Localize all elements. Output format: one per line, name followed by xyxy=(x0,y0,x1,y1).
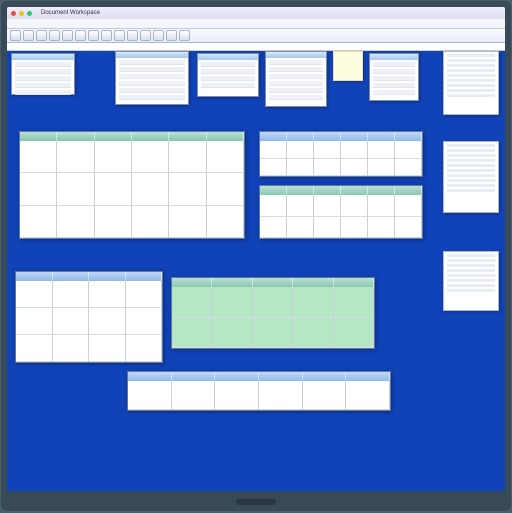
toolbar-button[interactable] xyxy=(36,30,47,41)
workspace-canvas[interactable] xyxy=(7,51,505,491)
toolbar-button[interactable] xyxy=(101,30,112,41)
form-panel[interactable] xyxy=(265,51,327,107)
document-stack[interactable] xyxy=(443,141,499,213)
toolbar-button[interactable] xyxy=(127,30,138,41)
form-panel[interactable] xyxy=(369,53,419,101)
form-panel[interactable] xyxy=(197,53,259,97)
data-grid[interactable] xyxy=(259,131,423,177)
close-icon[interactable] xyxy=(11,11,16,16)
toolbar-button[interactable] xyxy=(75,30,86,41)
form-panel[interactable] xyxy=(115,51,189,105)
form-panel[interactable] xyxy=(11,53,75,95)
document-stack[interactable] xyxy=(443,251,499,311)
sticky-note[interactable] xyxy=(333,51,363,81)
toolbar-button[interactable] xyxy=(62,30,73,41)
desktop: Document Workspace xyxy=(7,7,505,491)
maximize-icon[interactable] xyxy=(27,11,32,16)
minimize-icon[interactable] xyxy=(19,11,24,16)
data-grid[interactable] xyxy=(19,131,245,239)
document-stack[interactable] xyxy=(443,51,499,115)
toolbar xyxy=(7,29,505,43)
menu-bar[interactable] xyxy=(7,19,505,29)
toolbar-button[interactable] xyxy=(10,30,21,41)
data-grid[interactable] xyxy=(127,371,391,411)
data-grid[interactable] xyxy=(259,185,423,239)
toolbar-button[interactable] xyxy=(153,30,164,41)
toolbar-button[interactable] xyxy=(23,30,34,41)
toolbar-button[interactable] xyxy=(114,30,125,41)
toolbar-button[interactable] xyxy=(88,30,99,41)
monitor-frame: Document Workspace xyxy=(1,1,511,511)
monitor-button xyxy=(236,499,276,505)
data-grid[interactable] xyxy=(15,271,163,363)
ruler xyxy=(7,43,505,51)
data-grid[interactable] xyxy=(171,277,375,349)
window-titlebar[interactable]: Document Workspace xyxy=(7,7,505,19)
toolbar-button[interactable] xyxy=(140,30,151,41)
toolbar-button[interactable] xyxy=(49,30,60,41)
window-title: Document Workspace xyxy=(41,10,100,16)
toolbar-button[interactable] xyxy=(179,30,190,41)
toolbar-button[interactable] xyxy=(166,30,177,41)
